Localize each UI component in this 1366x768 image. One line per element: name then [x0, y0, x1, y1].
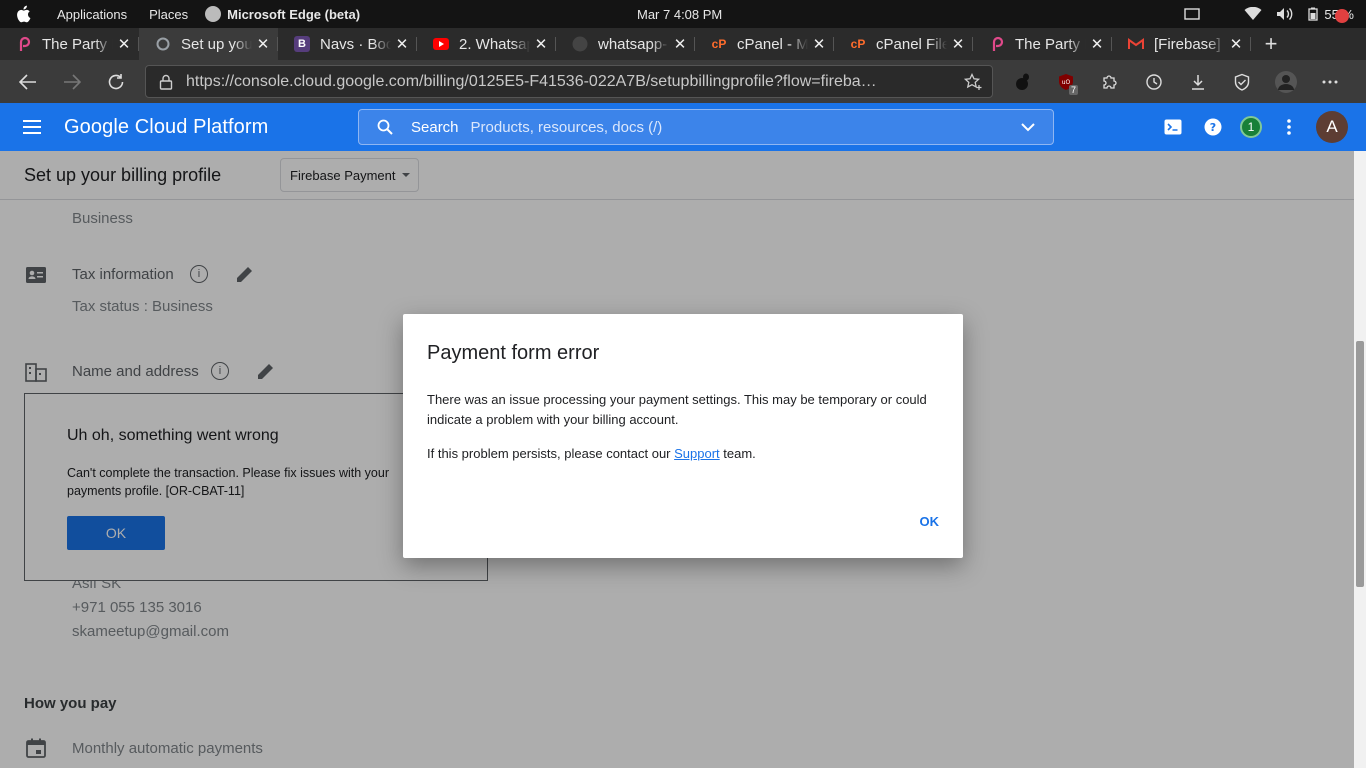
close-tab-icon[interactable]: ✕: [673, 35, 687, 53]
recording-indicator[interactable]: [1335, 9, 1349, 23]
scrollbar-thumb[interactable]: [1356, 341, 1364, 587]
search-bar[interactable]: Search Products, resources, docs (/): [358, 109, 1054, 145]
ublock-icon[interactable]: uO 7: [1044, 60, 1088, 103]
apple-icon[interactable]: [0, 0, 46, 28]
battery-icon[interactable]: [1308, 7, 1319, 21]
new-tab-button[interactable]: +: [1251, 28, 1291, 60]
gnome-extension-icon[interactable]: [1000, 60, 1044, 103]
os-top-bar: Applications Places Microsoft Edge (beta…: [0, 0, 1366, 28]
back-arrow-icon: [19, 73, 36, 90]
os-menu-applications[interactable]: Applications: [46, 7, 138, 22]
forward-button[interactable]: [50, 60, 94, 103]
browser-tab-title: [Firebase]: [1154, 35, 1221, 53]
os-active-app[interactable]: Microsoft Edge (beta): [199, 6, 360, 22]
tab-separator: [1250, 37, 1251, 51]
browser-tab[interactable]: Set up your ✕: [139, 28, 278, 60]
browser-tab[interactable]: cP cPanel - M ✕: [695, 28, 834, 60]
modal-ok-button[interactable]: OK: [920, 514, 940, 529]
party-icon: [989, 36, 1005, 52]
browser-tab-bar: The Party F ✕ Set up your ✕ B Navs · Boot ✕ 2. …: [0, 28, 1366, 60]
account-avatar[interactable]: A: [1316, 111, 1348, 143]
gmail-icon: [1128, 36, 1144, 52]
browser-tab[interactable]: [Firebase] ✕: [1112, 28, 1251, 60]
party-icon: [16, 36, 32, 52]
browser-tab[interactable]: The Party F ✕: [973, 28, 1112, 60]
gcp-header: Google Cloud Platform Search Products, r…: [0, 103, 1366, 151]
lock-icon[interactable]: [146, 74, 186, 90]
browser-tab[interactable]: whatsapp- ✕: [556, 28, 695, 60]
browser-tab[interactable]: 2. Whatsap ✕: [417, 28, 556, 60]
search-label: Search: [411, 118, 459, 136]
reload-button[interactable]: [94, 60, 138, 103]
close-tab-icon[interactable]: ✕: [1090, 35, 1104, 53]
cloud-tab-icon: [155, 36, 171, 52]
add-favorite-icon[interactable]: [963, 72, 984, 96]
close-tab-icon[interactable]: ✕: [256, 35, 270, 53]
search-placeholder[interactable]: Products, resources, docs (/): [471, 119, 1003, 136]
forward-arrow-icon: [64, 73, 81, 90]
browser-tab-title: The Party F: [1015, 35, 1086, 53]
close-tab-icon[interactable]: ✕: [1229, 35, 1243, 53]
os-clock[interactable]: Mar 7 4:08 PM: [637, 7, 722, 22]
more-options-icon[interactable]: [1308, 60, 1352, 103]
edge-app-icon: [205, 6, 222, 22]
more-vert-icon[interactable]: [1276, 114, 1302, 140]
payment-error-modal: Payment form error There was an issue pr…: [403, 314, 963, 558]
chevron-down-icon[interactable]: [1003, 122, 1053, 132]
help-icon[interactable]: ?: [1200, 114, 1226, 140]
close-tab-icon[interactable]: ✕: [812, 35, 826, 53]
download-icon[interactable]: [1176, 60, 1220, 103]
svg-text:?: ?: [1210, 121, 1216, 134]
hamburger-menu-icon[interactable]: [0, 120, 64, 134]
modal-body: There was an issue processing your payme…: [427, 392, 927, 427]
browser-tab-title: cPanel - M: [737, 35, 808, 53]
browser-tab-title: Set up your: [181, 35, 252, 53]
browser-tab[interactable]: B Navs · Boot ✕: [278, 28, 417, 60]
browser-toolbar: https://console.cloud.google.com/billing…: [0, 60, 1366, 103]
browser-tab[interactable]: The Party F ✕: [0, 28, 139, 60]
page-scrollbar[interactable]: [1354, 151, 1366, 768]
close-tab-icon[interactable]: ✕: [534, 35, 548, 53]
volume-icon[interactable]: [1276, 7, 1294, 21]
cpanel-icon: cP: [850, 37, 866, 51]
reload-icon: [108, 73, 124, 89]
cloud-shell-icon[interactable]: [1160, 114, 1186, 140]
modal-support-prefix: If this problem persists, please contact…: [427, 446, 675, 461]
bootstrap-icon: B: [294, 36, 310, 52]
wifi-icon[interactable]: [1244, 7, 1262, 21]
browser-tab-title: 2. Whatsap: [459, 35, 530, 53]
gcp-brand[interactable]: Google Cloud Platform: [64, 116, 268, 139]
modal-support-suffix: team.: [719, 446, 756, 461]
ublock-badge: 7: [1068, 85, 1078, 95]
browser-tab-title: cPanel File: [876, 35, 947, 53]
browser-tab-title: Navs · Boot: [320, 35, 391, 53]
window-icon[interactable]: [1184, 8, 1201, 20]
modal-support-text: If this problem persists, please contact…: [427, 446, 756, 461]
close-tab-icon[interactable]: ✕: [117, 35, 131, 53]
youtube-icon: [433, 36, 449, 52]
profile-avatar-icon[interactable]: [1264, 60, 1308, 103]
url-text[interactable]: https://console.cloud.google.com/billing…: [186, 73, 946, 91]
support-link[interactable]: Support: [674, 446, 720, 461]
back-button[interactable]: [6, 60, 50, 103]
os-menu-places[interactable]: Places: [138, 7, 199, 22]
browser-tab-title: The Party F: [42, 35, 113, 53]
browser-essentials-icon[interactable]: [1220, 60, 1264, 103]
history-icon[interactable]: [1132, 60, 1176, 103]
browser-tab-title: whatsapp-: [598, 35, 668, 53]
extensions-puzzle-icon[interactable]: [1088, 60, 1132, 103]
close-tab-icon[interactable]: ✕: [951, 35, 965, 53]
github-icon: [572, 36, 588, 52]
search-icon: [359, 119, 411, 135]
os-active-app-name: Microsoft Edge (beta): [227, 6, 361, 22]
address-bar[interactable]: https://console.cloud.google.com/billing…: [145, 65, 993, 98]
notification-badge[interactable]: 1: [1240, 116, 1262, 138]
browser-tab[interactable]: cP cPanel File ✕: [834, 28, 973, 60]
close-tab-icon[interactable]: ✕: [395, 35, 409, 53]
cpanel-icon: cP: [711, 37, 727, 51]
modal-heading: Payment form error: [427, 342, 600, 364]
